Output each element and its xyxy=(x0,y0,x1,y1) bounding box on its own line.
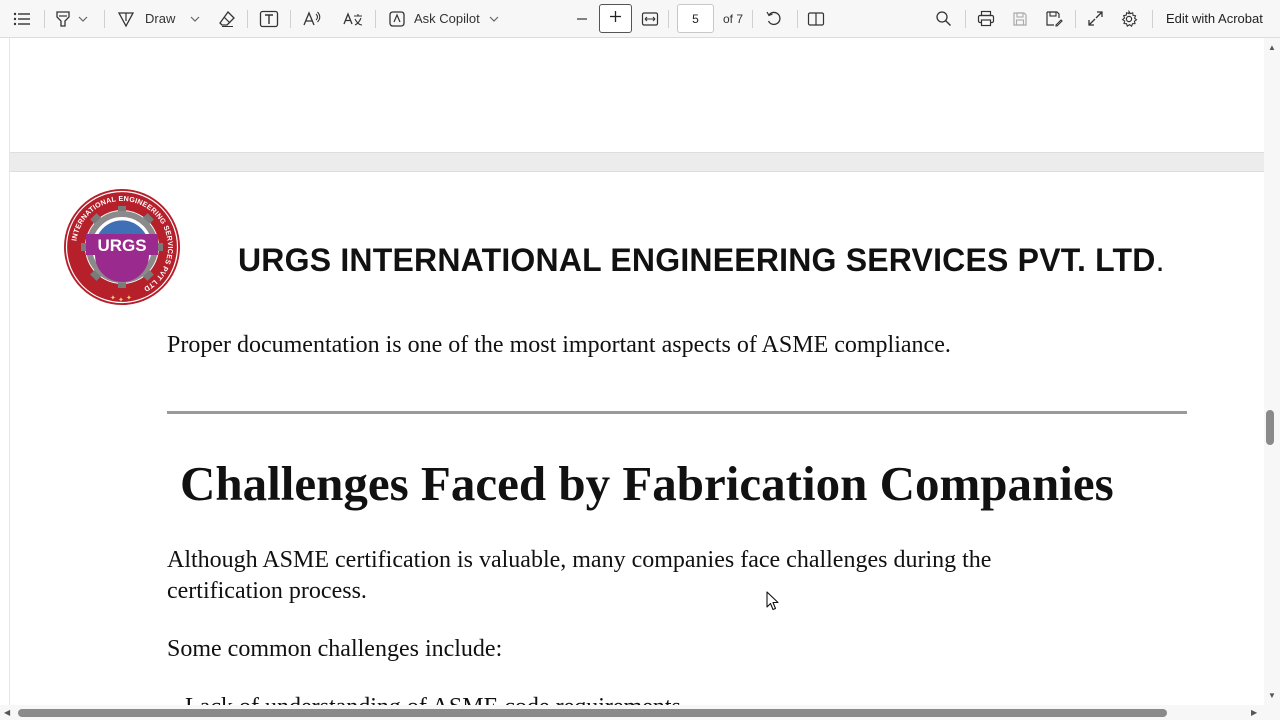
vertical-scroll-thumb[interactable] xyxy=(1266,410,1274,445)
draw-button[interactable]: Draw xyxy=(117,0,200,37)
svg-text:✦: ✦ xyxy=(118,296,124,304)
paragraph-documentation: Proper documentation is one of the most … xyxy=(167,332,951,358)
print-icon xyxy=(977,10,995,27)
scroll-up-arrow-icon[interactable]: ▲ xyxy=(1268,44,1276,52)
zoom-in-button[interactable] xyxy=(599,4,632,33)
save-as-icon xyxy=(1045,10,1063,27)
pdf-toolbar: Draw Ask Copilot 5 of 7 Edit with Acroba… xyxy=(0,0,1280,38)
expand-icon xyxy=(1087,10,1104,27)
fit-width-button[interactable] xyxy=(641,0,659,37)
page-view-button[interactable] xyxy=(807,0,825,37)
toolbar-separator xyxy=(104,10,105,28)
chevron-down-icon[interactable] xyxy=(190,16,200,22)
pdf-page: URGS INTERNATIONAL ENGINEERING SERVICES … xyxy=(10,172,1264,705)
highlighter-icon xyxy=(54,10,72,28)
toolbar-separator xyxy=(752,10,753,28)
mouse-cursor-icon xyxy=(766,591,780,611)
paragraph-common-challenges: Some common challenges include: xyxy=(167,636,503,662)
fullscreen-button[interactable] xyxy=(1087,0,1104,37)
logo-text: URGS xyxy=(97,236,146,255)
toolbar-separator xyxy=(1075,10,1076,28)
rotate-button[interactable] xyxy=(765,0,783,37)
ask-copilot-button[interactable]: Ask Copilot xyxy=(388,0,499,37)
pen-icon xyxy=(117,10,135,28)
scroll-right-arrow-icon[interactable]: ▶ xyxy=(1251,709,1257,717)
page-number-input[interactable] xyxy=(677,4,714,33)
toolbar-separator xyxy=(965,10,966,28)
svg-text:✦: ✦ xyxy=(126,294,132,302)
section-heading: Challenges Faced by Fabrication Companie… xyxy=(180,456,1114,511)
document-viewport[interactable]: URGS INTERNATIONAL ENGINEERING SERVICES … xyxy=(0,38,1264,705)
toolbar-separator xyxy=(375,10,376,28)
previous-page-bottom xyxy=(10,38,1264,152)
search-button[interactable] xyxy=(935,0,952,37)
zoom-out-button[interactable] xyxy=(576,0,588,37)
translate-icon xyxy=(342,10,364,28)
page-total: of 7 xyxy=(723,11,744,26)
company-name: URGS INTERNATIONAL ENGINEERING SERVICES … xyxy=(238,242,1165,279)
contents-button[interactable] xyxy=(12,0,32,37)
page-view-icon xyxy=(807,11,825,27)
toolbar-separator xyxy=(247,10,248,28)
read-aloud-button[interactable] xyxy=(302,0,322,37)
toolbar-separator xyxy=(290,10,291,28)
print-button[interactable] xyxy=(977,0,995,37)
eraser-icon xyxy=(218,10,236,28)
toolbar-separator xyxy=(1152,10,1153,28)
company-name-text: URGS INTERNATIONAL ENGINEERING SERVICES … xyxy=(238,242,1156,278)
save-icon xyxy=(1012,11,1028,27)
paragraph-challenges-intro: Although ASME certification is valuable,… xyxy=(167,547,992,604)
list-icon xyxy=(12,11,32,27)
fit-width-icon xyxy=(641,11,659,27)
save-as-button[interactable] xyxy=(1045,0,1063,37)
svg-text:✦: ✦ xyxy=(110,294,116,302)
toolbar-separator xyxy=(668,10,669,28)
save-button[interactable] xyxy=(1012,0,1028,37)
add-text-button[interactable] xyxy=(259,0,279,37)
highlight-button[interactable] xyxy=(54,0,88,37)
toolbar-separator xyxy=(797,10,798,28)
scroll-left-arrow-icon[interactable]: ◀ xyxy=(4,709,10,717)
erase-button[interactable] xyxy=(218,0,236,37)
page-separator xyxy=(10,152,1264,172)
chevron-down-icon[interactable] xyxy=(489,16,499,22)
list-item: Lack of understanding of ASME code requi… xyxy=(185,694,681,705)
viewport-edge xyxy=(0,38,10,705)
scroll-down-arrow-icon[interactable]: ▼ xyxy=(1268,692,1276,700)
edit-with-acrobat-button[interactable]: Edit with Acrobat xyxy=(1166,0,1263,37)
draw-label: Draw xyxy=(145,11,176,26)
search-icon xyxy=(935,10,952,27)
chevron-down-icon[interactable] xyxy=(78,16,88,22)
gear-icon xyxy=(1120,9,1138,28)
plus-icon xyxy=(609,10,622,28)
rotate-icon xyxy=(765,10,783,28)
company-name-period: . xyxy=(1155,242,1165,278)
read-aloud-icon xyxy=(302,10,322,28)
vertical-scrollbar[interactable] xyxy=(1264,38,1280,705)
text-box-icon xyxy=(259,10,279,28)
minus-icon xyxy=(576,13,588,25)
translate-button[interactable] xyxy=(342,0,364,37)
company-logo: URGS INTERNATIONAL ENGINEERING SERVICES … xyxy=(62,188,182,306)
horizontal-scroll-thumb[interactable] xyxy=(18,709,1167,717)
horizontal-rule xyxy=(167,411,1187,414)
toolbar-separator xyxy=(44,10,45,28)
copilot-label: Ask Copilot xyxy=(414,11,480,26)
settings-button[interactable] xyxy=(1120,0,1138,37)
copilot-icon xyxy=(388,10,406,28)
